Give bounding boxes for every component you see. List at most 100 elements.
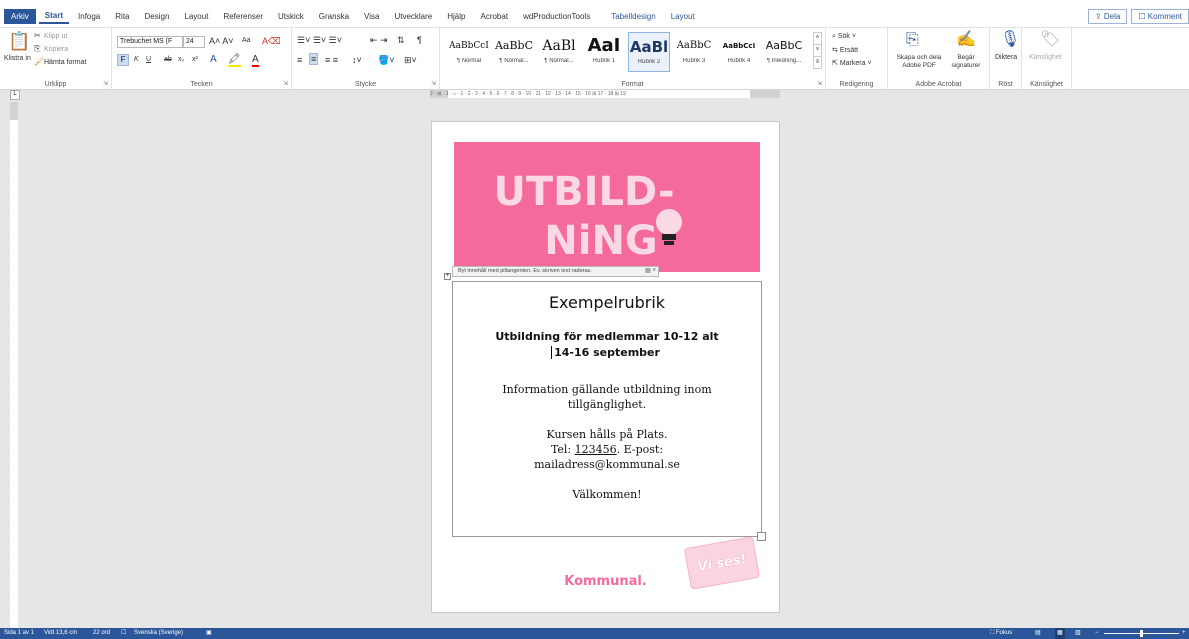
text-effects-icon[interactable]: A (210, 54, 217, 65)
microphone-icon[interactable]: 🎙 (1000, 32, 1020, 48)
subheading[interactable]: Utbildning för medlemmar 10-12 alt 14-16… (453, 329, 761, 361)
email-address[interactable]: mailadress@kommunal.se (534, 458, 680, 471)
style-item[interactable]: AaBbCcI ¶ Normal (448, 32, 490, 72)
pilcrow-icon[interactable]: ¶ (417, 35, 422, 45)
request-signatures-icon[interactable]: ✍ (956, 32, 976, 48)
tab-layout[interactable]: Layout (178, 10, 214, 23)
comments-button[interactable]: ☐ Komment (1131, 9, 1189, 24)
find-button[interactable]: ⌕ Sök ˅ (832, 33, 856, 41)
sort-icon[interactable]: ⇅ (397, 35, 405, 46)
tab-arkiv[interactable]: Arkiv (4, 9, 36, 24)
info-paragraph[interactable]: Information gällande utbildning inom til… (453, 382, 761, 412)
web-layout-icon[interactable]: ▥ (1075, 628, 1081, 639)
tab-utskick[interactable]: Utskick (272, 10, 310, 23)
request-signatures-button[interactable]: Begär signaturer (948, 54, 984, 70)
line-spacing-icon[interactable]: ↕˅ (352, 55, 362, 65)
style-item[interactable]: AaBl Rubrik 2 (628, 32, 670, 72)
paste-button[interactable]: Klistra in (4, 55, 31, 62)
style-item[interactable]: AaBbC Rubrik 3 (673, 32, 715, 72)
style-item[interactable]: AaI Rubrik 1 (583, 32, 625, 72)
tab-utvecklare[interactable]: Utvecklare (388, 10, 438, 23)
grow-font-icon[interactable]: A˄ A˅ (209, 36, 234, 46)
cut-icon[interactable]: ✂ (34, 32, 41, 40)
textbox-resize-handle[interactable] (757, 532, 766, 541)
dictate-button[interactable]: Diktera (995, 54, 1017, 61)
tab-context-tabelldesign[interactable]: Tabelldesign (605, 10, 661, 23)
font-name-box[interactable]: Trebuchet MS (F (117, 36, 183, 48)
phone-number[interactable]: 123456 (575, 443, 617, 456)
content-textbox[interactable]: Exempelrubrik Utbildning för medlemmar 1… (452, 281, 766, 541)
read-mode-icon[interactable]: ▤ (1035, 628, 1041, 639)
font-size-box[interactable]: 24 (183, 36, 205, 48)
styles-more-icon[interactable]: ≡ (813, 56, 822, 69)
select-button[interactable]: ⇱ Markera ˅ (832, 59, 872, 67)
tab-rita[interactable]: Rita (109, 10, 135, 23)
paste-icon[interactable]: 📋 (8, 32, 30, 50)
tab-design[interactable]: Design (139, 10, 176, 23)
vertical-ruler[interactable]: ···························· (10, 102, 18, 632)
style-item[interactable]: AaBbCcI Rubrik 4 (718, 32, 760, 72)
language-indicator[interactable]: Svenska (Sverige) (134, 628, 183, 639)
zoom-in-icon[interactable]: + (1182, 628, 1186, 639)
accessibility-icon[interactable]: ▣ (206, 628, 212, 639)
format-painter-icon[interactable]: 🖌 (34, 58, 44, 66)
font-launcher-icon[interactable]: ⇲ (283, 80, 288, 87)
style-item[interactable]: AaBbC ¶ Inledning... (763, 32, 805, 72)
contact-paragraph[interactable]: Kursen hålls på Plats. Tel: 123456. E-po… (453, 427, 761, 472)
tab-acrobat[interactable]: Acrobat (474, 10, 514, 23)
focus-mode-button[interactable]: ⛶ Fokus (990, 628, 1012, 639)
paragraph-launcher-icon[interactable]: ⇲ (431, 80, 436, 87)
tab-context-layout[interactable]: Layout (665, 10, 701, 23)
document-page[interactable]: UTBILD- NiNG + Byt innehåll med piltange… (431, 121, 780, 613)
zoom-out-icon[interactable]: − (1095, 628, 1099, 639)
tab-visa[interactable]: Visa (358, 10, 385, 23)
heading[interactable]: Exempelrubrik (453, 293, 761, 312)
shading-icon[interactable]: 🪣˅ (378, 55, 394, 66)
style-item[interactable]: AaBbC ¶ Normal... (493, 32, 535, 72)
ruler-tab-selector[interactable]: L (10, 90, 20, 100)
horizontal-ruler[interactable]: 2 · ⊞ · 1 · ⌂ · 1 · 2 · 3 · 4 · 5 · 6 · … (430, 90, 780, 98)
tab-infoga[interactable]: Infoga (72, 10, 106, 23)
align-right-icon[interactable]: ≡ ≡ (325, 55, 338, 65)
tab-hjälp[interactable]: Hjälp (441, 10, 471, 23)
create-pdf-button[interactable]: Skapa och dela Adobe PDF (894, 54, 944, 70)
borders-icon[interactable]: ⊞˅ (404, 55, 417, 66)
change-case-button[interactable]: Aa (242, 37, 251, 44)
page-count[interactable]: Sida 1 av 1 (4, 628, 34, 639)
copy-icon[interactable]: ⎘ (34, 45, 40, 53)
word-count[interactable]: 22 ord (93, 628, 110, 639)
style-item[interactable]: AaBl ¶ Normal... (538, 32, 580, 72)
highlight-icon[interactable]: 🖍 (228, 54, 241, 67)
styles-launcher-icon[interactable]: ⇲ (817, 80, 822, 87)
cut-button[interactable]: Klipp ut (44, 33, 67, 40)
replace-button[interactable]: ⇆ Ersätt (832, 46, 858, 54)
copy-button[interactable]: Kopiera (44, 46, 68, 53)
font-color-icon[interactable]: A (252, 54, 259, 67)
subscript-button[interactable]: x₂ (178, 56, 184, 63)
clear-format-icon[interactable]: A⌫ (262, 36, 281, 47)
content-control-tag[interactable]: Byt innehåll med piltangenten. Ev. skriv… (452, 266, 659, 277)
indent-icon[interactable]: ⇤ ⇥ (370, 35, 388, 46)
clipboard-launcher-icon[interactable]: ⇲ (103, 80, 108, 87)
print-layout-icon[interactable]: ▦ (1055, 628, 1065, 639)
table-move-handle-icon[interactable]: + (444, 273, 451, 280)
create-pdf-icon[interactable]: ⎘ (906, 32, 919, 48)
superscript-button[interactable]: x² (192, 56, 198, 63)
sensitivity-button[interactable]: Känslighet (1029, 54, 1062, 61)
zoom-slider-thumb[interactable] (1140, 630, 1143, 637)
tab-granska[interactable]: Granska (313, 10, 355, 23)
banner-image[interactable]: UTBILD- NiNG (454, 142, 760, 272)
align-left-icon[interactable]: ≡ (297, 55, 302, 65)
welcome-text[interactable]: Välkommen! (453, 487, 761, 502)
bullets-icon[interactable]: ☰˅ ☰˅ ☰˅ (297, 35, 342, 46)
content-control-dropdown-icon[interactable]: ▤ ˅ (645, 267, 656, 276)
format-painter-button[interactable]: Hämta format (44, 59, 86, 66)
underline-button[interactable]: U (146, 56, 151, 63)
align-center-icon[interactable]: ≡ (309, 53, 319, 65)
tab-wdproductiontools[interactable]: wdProductionTools (517, 10, 596, 23)
bold-button[interactable]: F (117, 54, 129, 66)
tab-referenser[interactable]: Referenser (217, 10, 269, 23)
strikethrough-button[interactable]: ab (164, 56, 172, 63)
share-button[interactable]: ⇪ Dela (1087, 9, 1128, 24)
italic-button[interactable]: K (134, 56, 139, 63)
